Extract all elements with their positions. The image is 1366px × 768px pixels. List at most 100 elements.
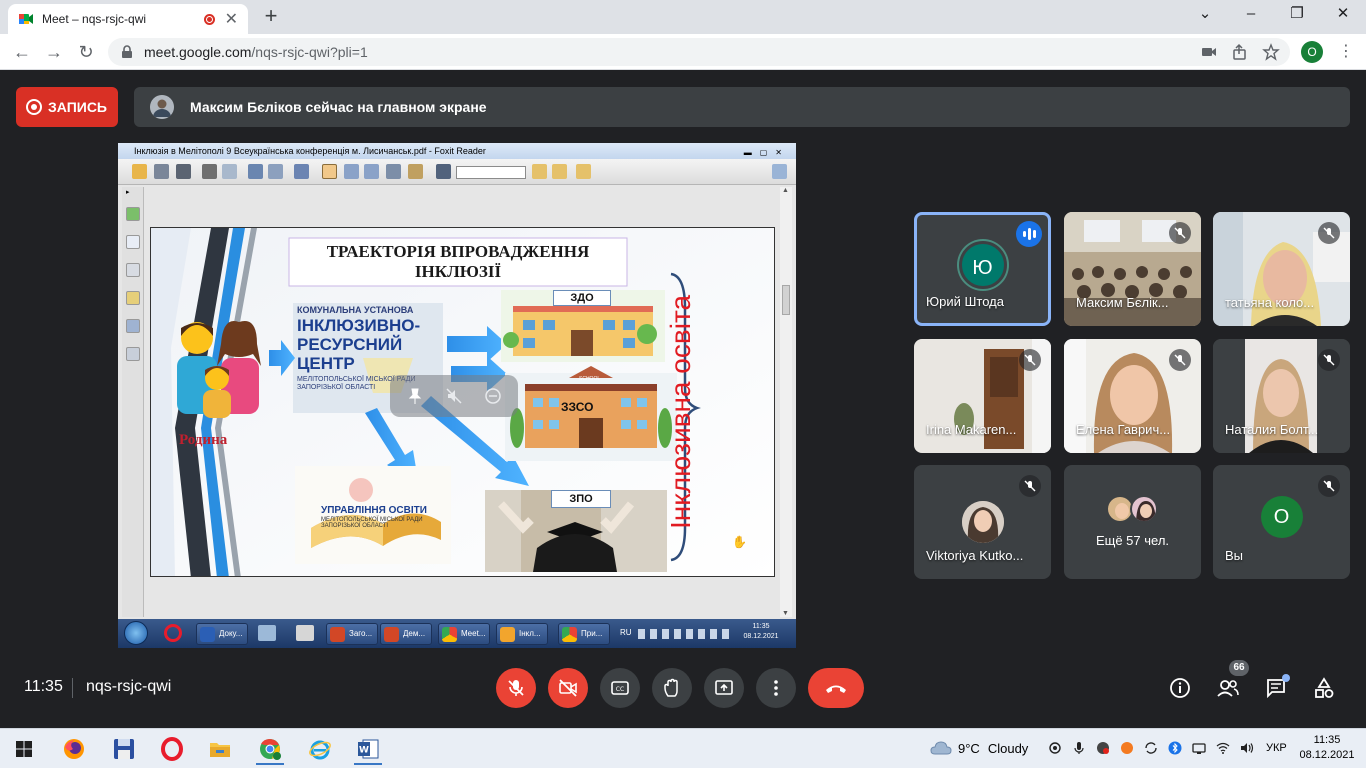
inner-task-chrome-meet[interactable]: Meet... xyxy=(438,623,490,645)
inner-app-icon[interactable] xyxy=(258,625,276,641)
save-icon[interactable] xyxy=(154,164,169,179)
inner-task-ppt-1[interactable]: Заго... xyxy=(326,623,378,645)
screen-share[interactable]: Інклюзія в Мелітополі 9 Всеукраїнська ко… xyxy=(118,143,796,648)
binoculars-icon[interactable] xyxy=(436,164,451,179)
remove-icon[interactable] xyxy=(484,387,502,405)
network-icon[interactable] xyxy=(1192,741,1206,755)
scroll-up-icon[interactable]: ▲ xyxy=(782,187,789,194)
forward-arrow-icon[interactable]: → xyxy=(42,40,66,64)
meeting-details-button[interactable] xyxy=(1168,676,1192,700)
foxit-search-input[interactable] xyxy=(456,166,526,179)
open-file-icon[interactable] xyxy=(132,164,147,179)
taskbar-word[interactable]: W xyxy=(348,733,388,765)
inner-task-foxit[interactable]: Інкл... xyxy=(496,623,548,645)
recording-button[interactable]: ЗАПИСЬ xyxy=(16,87,118,127)
chat-button[interactable] xyxy=(1264,674,1290,700)
scroll-thumb[interactable] xyxy=(782,285,790,315)
attachments-icon[interactable] xyxy=(126,319,140,333)
taskbar-internet-explorer[interactable] xyxy=(300,733,340,765)
raise-hand-button[interactable] xyxy=(652,668,692,708)
bookmark-star-icon[interactable] xyxy=(1262,43,1280,61)
tab-search-chevron-icon[interactable]: ⌄ xyxy=(1182,0,1228,30)
volume-icon[interactable] xyxy=(1240,741,1254,755)
text-viewer-icon[interactable] xyxy=(364,164,379,179)
email-icon[interactable] xyxy=(222,164,237,179)
snapshot-icon[interactable] xyxy=(386,164,401,179)
bookmarks-icon[interactable] xyxy=(126,207,140,221)
signatures-icon[interactable] xyxy=(126,347,140,361)
leave-call-button[interactable] xyxy=(808,668,864,708)
pages-icon[interactable] xyxy=(126,235,140,249)
foxit-vertical-scrollbar[interactable]: ▲ ▼ xyxy=(780,187,792,617)
mic-toggle-button[interactable] xyxy=(496,668,536,708)
find-next-icon[interactable] xyxy=(552,164,567,179)
participant-tile[interactable]: татьяна коло... xyxy=(1213,212,1350,326)
weather-widget[interactable]: 9°C Cloudy xyxy=(930,740,1028,756)
participant-tile[interactable]: Irina Makaren... xyxy=(914,339,1051,453)
adobe-tray-icon[interactable] xyxy=(1096,741,1110,755)
comments-panel-icon[interactable] xyxy=(126,291,140,305)
system-clock[interactable]: 11:35 08.12.2021 xyxy=(1296,733,1358,763)
reload-icon[interactable]: ↻ xyxy=(74,40,98,64)
minimize-button[interactable]: – xyxy=(1228,0,1274,30)
inner-app-icon[interactable] xyxy=(296,625,314,641)
pin-icon[interactable] xyxy=(406,387,424,405)
more-options-button[interactable] xyxy=(756,668,796,708)
find-icon[interactable] xyxy=(268,164,283,179)
print-icon[interactable] xyxy=(202,164,217,179)
bluetooth-icon[interactable] xyxy=(1168,741,1182,755)
save-all-icon[interactable] xyxy=(176,164,191,179)
close-window-button[interactable]: ✕ xyxy=(1320,0,1366,30)
typewriter-icon[interactable] xyxy=(408,164,423,179)
taskbar-firefox[interactable] xyxy=(54,733,94,765)
share-icon[interactable] xyxy=(1231,43,1249,61)
new-tab-button[interactable]: + xyxy=(258,4,284,30)
inner-opera-icon[interactable] xyxy=(164,624,182,642)
inner-task-word[interactable]: Доку... xyxy=(196,623,248,645)
camera-permission-icon[interactable] xyxy=(1200,43,1218,61)
taskbar-opera[interactable] xyxy=(152,733,192,765)
select-text-icon[interactable] xyxy=(344,164,359,179)
present-screen-button[interactable] xyxy=(704,668,744,708)
scan-icon[interactable] xyxy=(248,164,263,179)
address-bar[interactable]: meet.google.com/nqs-rsjc-qwi?pli=1 xyxy=(108,38,1290,66)
copy-icon[interactable] xyxy=(294,164,309,179)
inner-start-button[interactable] xyxy=(124,621,148,645)
back-arrow-icon[interactable]: ← xyxy=(10,40,34,64)
close-tab-icon[interactable]: ✕ xyxy=(225,9,238,29)
scroll-down-icon[interactable]: ▼ xyxy=(782,610,789,617)
mic-in-use-icon[interactable] xyxy=(1072,741,1086,755)
find-prev-icon[interactable] xyxy=(532,164,547,179)
participant-tile[interactable]: Максим Бєлік... xyxy=(1064,212,1201,326)
taskbar-chrome[interactable] xyxy=(250,733,290,765)
activities-button[interactable] xyxy=(1312,676,1336,700)
input-language[interactable]: УКР xyxy=(1266,742,1287,754)
hand-tool-icon[interactable] xyxy=(322,164,337,179)
restore-button[interactable]: ❐ xyxy=(1274,0,1320,30)
sync-tray-icon[interactable] xyxy=(1144,741,1158,755)
more-participants-tile[interactable]: Ещё 57 чел. xyxy=(1064,465,1201,579)
participant-tile[interactable]: Елена Гаврич... xyxy=(1064,339,1201,453)
participants-button[interactable] xyxy=(1216,676,1240,700)
camera-toggle-button[interactable] xyxy=(548,668,588,708)
self-tile[interactable]: О Вы xyxy=(1213,465,1350,579)
taskbar-file-explorer[interactable] xyxy=(200,733,240,765)
participant-tile[interactable]: Наталия Болт... xyxy=(1213,339,1350,453)
inner-task-ppt-2[interactable]: Дем... xyxy=(380,623,432,645)
browser-menu-icon[interactable]: ⋮ xyxy=(1338,40,1354,64)
profile-avatar[interactable]: О xyxy=(1301,41,1323,63)
mute-speaker-icon[interactable] xyxy=(445,387,463,405)
panel-expand-icon[interactable]: ▸ xyxy=(126,189,140,197)
camera-in-use-icon[interactable] xyxy=(1048,741,1062,755)
browser-tab-meet[interactable]: Meet – nqs-rsjc-qwi ✕ xyxy=(8,4,248,34)
fullscreen-icon[interactable] xyxy=(772,164,787,179)
participant-tile[interactable]: Viktoriya Kutko... xyxy=(914,465,1051,579)
participant-tile-speaking[interactable]: Ю Юрий Штода xyxy=(914,212,1051,326)
taskbar-save-app[interactable] xyxy=(104,733,144,765)
start-button[interactable] xyxy=(4,733,44,765)
avast-tray-icon[interactable] xyxy=(1120,741,1134,755)
wifi-icon[interactable] xyxy=(1216,741,1230,755)
inner-task-chrome[interactable]: При... xyxy=(558,623,610,645)
comment-icon[interactable] xyxy=(576,164,591,179)
layers-icon[interactable] xyxy=(126,263,140,277)
